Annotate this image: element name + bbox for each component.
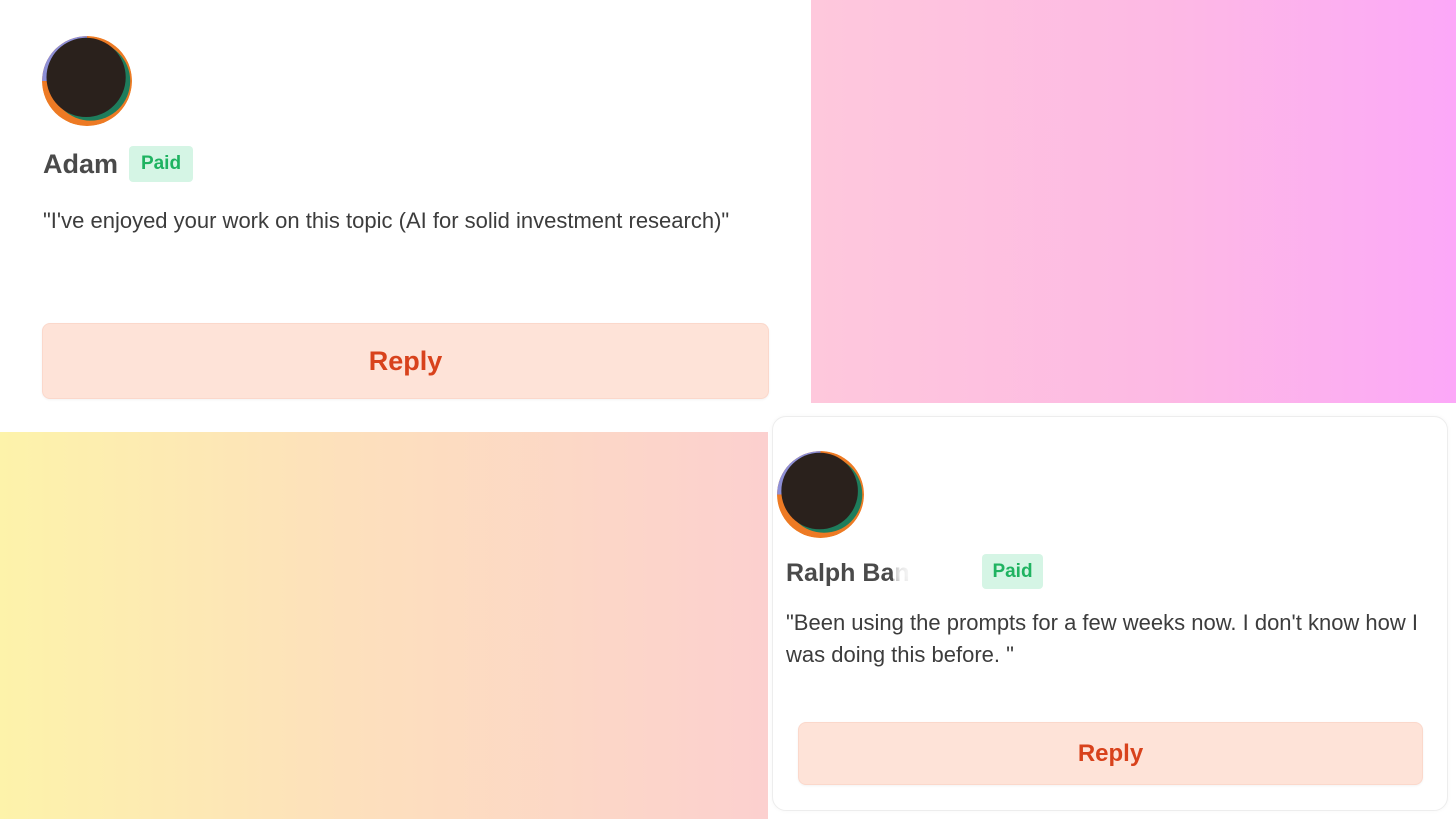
pink-gradient-panel — [811, 0, 1456, 403]
reply-button[interactable]: Reply — [798, 722, 1423, 785]
name-redaction-blur — [893, 547, 973, 599]
comment-author-name: Ralph Ban — [786, 559, 910, 587]
avatar-eclipse-icon[interactable] — [777, 451, 864, 538]
yellow-gradient-panel — [0, 432, 768, 819]
avatar-eclipse-icon[interactable] — [42, 36, 132, 126]
comment-card-adam: Adam Paid "I've enjoyed your work on thi… — [0, 0, 811, 432]
comment-text: "I've enjoyed your work on this topic (A… — [43, 208, 730, 233]
paid-badge: Paid — [129, 146, 193, 182]
comment-author-name: Adam — [43, 149, 119, 179]
reply-button[interactable]: Reply — [42, 323, 769, 399]
paid-badge: Paid — [982, 554, 1043, 589]
comment-text: "Been using the prompts for a few weeks … — [786, 610, 1419, 667]
comment-card-ralph: Ralph Ban Paid "Been using the prompts f… — [772, 416, 1448, 811]
